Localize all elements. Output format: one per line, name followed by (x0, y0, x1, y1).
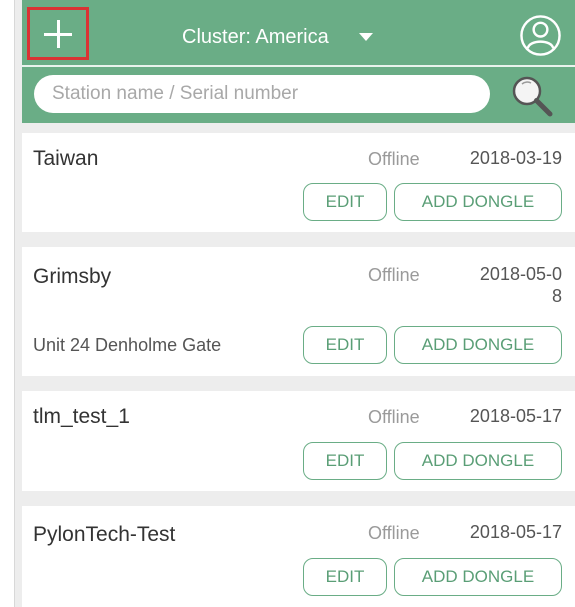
station-status: Offline (368, 407, 420, 427)
edit-button[interactable]: EDIT (303, 558, 387, 596)
station-date-line2: 8 (551, 286, 562, 306)
edit-button[interactable]: EDIT (303, 183, 387, 221)
station-name: Taiwan (33, 147, 99, 170)
add-dongle-button[interactable]: ADD DONGLE (394, 558, 562, 596)
cluster-label: Cluster: America (182, 25, 329, 48)
station-name: Grimsby (33, 265, 112, 288)
top-bar-row: Cluster: America (22, 0, 575, 65)
station-date: 2018-05-17 (469, 406, 562, 426)
top-bar: Cluster: America (22, 0, 575, 76)
search-bar (22, 67, 575, 123)
station-address: Unit 24 Denholme Gate (33, 335, 222, 355)
search-icon[interactable] (509, 73, 555, 119)
station-name: tlm_test_1 (33, 405, 130, 428)
list-top-gap (22, 123, 575, 133)
station-date: 2018-03-19 (469, 148, 562, 168)
edit-button[interactable]: EDIT (303, 326, 387, 364)
station-name: PylonTech-Test (33, 523, 176, 546)
plus-icon (44, 19, 72, 48)
station-card: PylonTech-Test Offline 2018-05-17 EDIT A… (22, 506, 575, 607)
station-card: tlm_test_1 Offline 2018-05-17 EDIT ADD D… (22, 391, 575, 491)
cluster-selector[interactable]: Cluster: America (182, 22, 373, 52)
add-dongle-button[interactable]: ADD DONGLE (394, 442, 562, 480)
add-dongle-button[interactable]: ADD DONGLE (394, 183, 562, 221)
station-card: Grimsby Offline 2018-05-0 8 Unit 24 Denh… (22, 247, 575, 376)
app-frame: Cluster: America Taiwan Offline 2018-03-… (14, 0, 575, 607)
add-station-button[interactable] (27, 7, 89, 60)
search-input[interactable] (34, 75, 490, 113)
user-profile-icon[interactable] (519, 14, 562, 57)
station-status: Offline (368, 149, 420, 169)
add-dongle-button[interactable]: ADD DONGLE (394, 326, 562, 364)
station-date-line1: 2018-05-0 (479, 264, 562, 284)
edit-button[interactable]: EDIT (303, 442, 387, 480)
station-status: Offline (368, 523, 420, 543)
station-date: 2018-05-17 (469, 522, 562, 542)
dropdown-caret-icon (358, 33, 373, 41)
station-card: Taiwan Offline 2018-03-19 EDIT ADD DONGL… (22, 133, 575, 232)
station-date: 2018-05-0 8 (480, 263, 562, 307)
station-status: Offline (368, 265, 420, 285)
